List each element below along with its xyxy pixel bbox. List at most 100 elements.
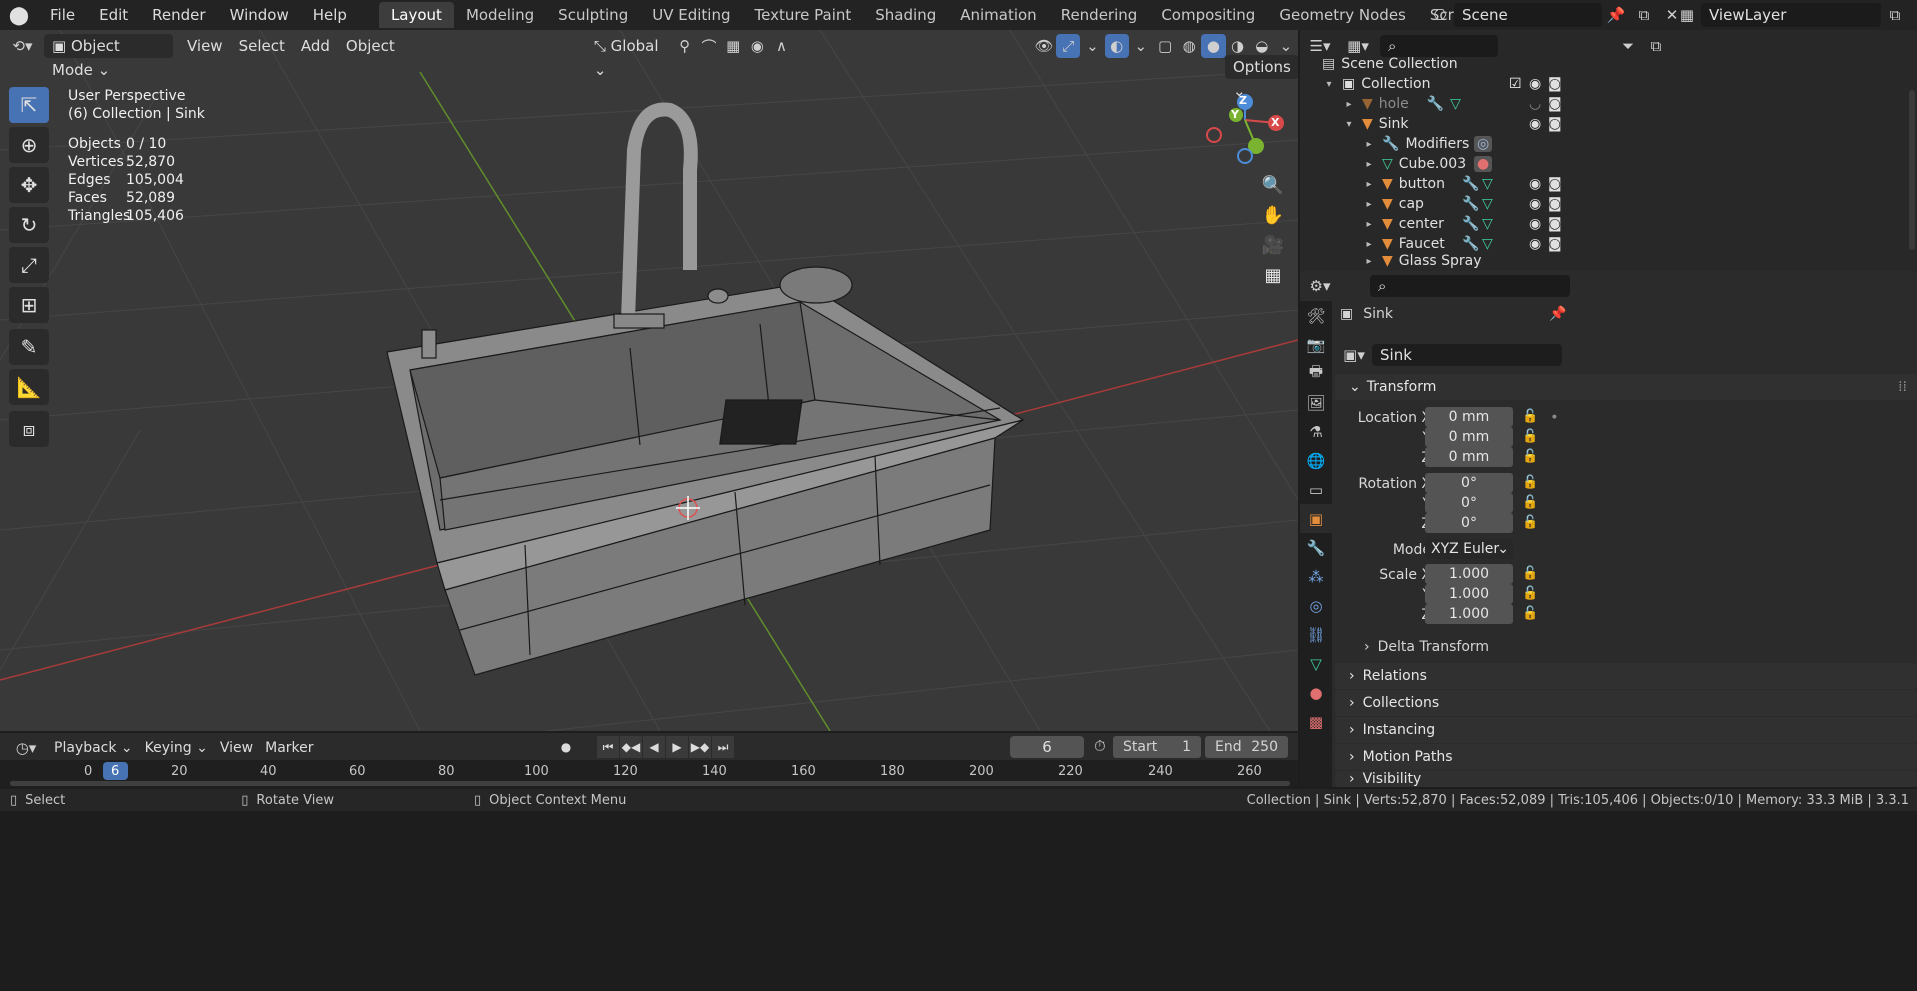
data-tab-icon[interactable]: ▽ [1300, 649, 1332, 678]
location-z-field[interactable]: 0 mm [1425, 447, 1513, 467]
viewlayer-icon[interactable]: ▦ [1673, 3, 1701, 27]
outliner-row-collection[interactable]: ▾ ▣ Collection ☑ ◉ ◙ [1322, 74, 1917, 94]
timeline-view-menu[interactable]: View [214, 737, 259, 759]
editor-type-icon[interactable]: ⟲▾ [7, 34, 38, 58]
solid-shading-icon[interactable]: ● [1201, 34, 1226, 58]
camera-render-icon[interactable]: ◙ [1548, 176, 1562, 192]
eye-icon[interactable]: ◉ [1529, 196, 1541, 212]
lock-icon[interactable]: 🔓 [1522, 475, 1538, 490]
location-x-field[interactable]: 0 mm [1425, 407, 1513, 427]
menu-select[interactable]: Select [231, 34, 293, 58]
outliner-row-modifiers[interactable]: ▸ 🔧 Modifiers ◎ [1362, 134, 1917, 154]
play-reverse-icon[interactable]: ◀ [643, 736, 665, 758]
remove-viewlayer-icon[interactable]: ✕ [1909, 3, 1917, 27]
zoom-icon[interactable]: 🔍 [1258, 170, 1288, 200]
falloff-icon[interactable]: ∧ [769, 34, 793, 58]
wireframe-shading-icon[interactable]: ◍ [1177, 34, 1201, 58]
pin-icon[interactable]: 📌 [1602, 3, 1630, 27]
tab-shading[interactable]: Shading [863, 2, 948, 28]
camera-render-icon[interactable]: ◙ [1548, 216, 1562, 232]
lock-icon[interactable]: 🔓 [1522, 515, 1538, 530]
options-dropdown[interactable]: Options ⌄ [1225, 55, 1298, 100]
outliner-row-center[interactable]: ▸ ▼ center 🔧 ▽ ◉ ◙ [1362, 214, 1917, 234]
constraints-tab-icon[interactable]: ⛓ [1300, 620, 1332, 649]
overlay-toggle-icon[interactable]: ◐ [1104, 34, 1129, 58]
expand-icon[interactable]: ▸ [1362, 139, 1376, 150]
jump-end-icon[interactable]: ⏭ [712, 736, 734, 758]
end-frame-field[interactable]: End 250 [1205, 736, 1288, 758]
modifier-tab-icon[interactable]: 🔧 [1300, 533, 1332, 562]
pan-hand-icon[interactable]: ✋ [1258, 200, 1288, 230]
delta-transform-subpanel[interactable]: › Delta Transform [1364, 639, 1489, 655]
snap-icon[interactable]: ⌒ [697, 34, 721, 58]
scale-icon[interactable]: ⤢ [9, 247, 49, 283]
tab-modeling[interactable]: Modeling [454, 2, 546, 28]
menu-help[interactable]: Help [301, 0, 359, 30]
motion-paths-panel-header[interactable]: › Motion Paths [1335, 744, 1917, 770]
object-name-input[interactable]: Sink [1372, 344, 1562, 366]
tab-compositing[interactable]: Compositing [1149, 2, 1267, 28]
expand-icon[interactable]: ▸ [1362, 199, 1376, 210]
rotation-mode-dropdown[interactable]: XYZ Euler ⌄ [1425, 539, 1513, 559]
view-layer-tab-icon[interactable]: 🖼 [1300, 388, 1332, 417]
proportional-edit-icon[interactable]: ◉ [745, 34, 769, 58]
gizmo-toggle-icon[interactable]: ⤢ [1056, 34, 1081, 58]
outliner-row-sink[interactable]: ▾ ▼ Sink ◉ ◙ [1342, 114, 1917, 134]
ortho-grid-icon[interactable]: ▦ [1258, 260, 1288, 290]
3d-viewport[interactable]: Z X Y ⟲▾ ▣ Object Mode ⌄ View Select Add… [0, 30, 1298, 731]
lock-icon[interactable]: 🔓 [1522, 449, 1538, 464]
camera-render-icon[interactable]: ◙ [1548, 196, 1562, 212]
visibility-icon[interactable]: 👁 [1032, 34, 1056, 58]
timeline[interactable]: ◷▾ Playback ⌄ Keying ⌄ View Marker ● ⏮ ◆… [0, 733, 1298, 787]
camera-render-icon[interactable]: ◙ [1548, 96, 1562, 112]
scale-x-field[interactable]: 1.000 [1425, 564, 1513, 584]
gizmo-menu-icon[interactable]: ⌄ [1080, 34, 1104, 58]
lock-icon[interactable]: 🔓 [1522, 586, 1538, 601]
expand-icon[interactable]: ▸ [1362, 179, 1376, 190]
prev-keyframe-icon[interactable]: ◆◀ [620, 736, 642, 758]
scene-field[interactable]: Scene [1454, 3, 1602, 27]
expand-icon[interactable]: ▸ [1362, 256, 1376, 267]
texture-tab-icon[interactable]: ▩ [1300, 707, 1332, 736]
object-tab-icon[interactable]: ▣ [1300, 504, 1332, 533]
properties-editor[interactable]: ⚙▾ ⌕ 🛠 📷 🖶 🖼 ⚗ 🌐 ▭ ▣ 🔧 ⁂ ◎ ⛓ ▽ ● ▩ ▣ Sin… [1300, 271, 1917, 787]
menu-window[interactable]: Window [218, 0, 301, 30]
lock-icon[interactable]: 🔓 [1522, 409, 1538, 424]
particles-tab-icon[interactable]: ⁂ [1300, 562, 1332, 591]
outliner-row-glass-spray[interactable]: ▸ ▼ Glass Spray [1362, 254, 1917, 268]
menu-file[interactable]: File [38, 0, 87, 30]
checkbox-icon[interactable]: ☑ [1509, 76, 1522, 92]
keying-menu[interactable]: Keying ⌄ [139, 737, 214, 759]
stopwatch-icon[interactable]: ⏱ [1094, 737, 1106, 755]
overlay-menu-icon[interactable]: ⌄ [1129, 34, 1153, 58]
next-keyframe-icon[interactable]: ▶◆ [689, 736, 711, 758]
instancing-panel-header[interactable]: › Instancing [1335, 717, 1917, 743]
measure-icon[interactable]: 📐 [9, 369, 49, 405]
physics-tab-icon[interactable]: ◎ [1300, 591, 1332, 620]
lock-icon[interactable]: 🔓 [1522, 429, 1538, 444]
visibility-panel-header[interactable]: › Visibility [1335, 771, 1917, 787]
scale-z-field[interactable]: 1.000 [1425, 604, 1513, 624]
camera-render-icon[interactable]: ◙ [1548, 236, 1562, 252]
orientation-dropdown[interactable]: ⤡ Global ⌄ [586, 34, 673, 79]
move-icon[interactable]: ✥ [9, 167, 49, 203]
outliner-row-cube003[interactable]: ▸ ▽ Cube.003 ● [1362, 154, 1917, 174]
tab-sculpting[interactable]: Sculpting [546, 2, 640, 28]
camera-render-icon[interactable]: ◙ [1548, 116, 1562, 132]
eye-icon[interactable]: ◉ [1529, 236, 1541, 252]
material-tab-icon[interactable]: ● [1300, 678, 1332, 707]
menu-object[interactable]: Object [338, 34, 403, 58]
snap-grid-icon[interactable]: ▦ [721, 34, 745, 58]
drag-handle-icon[interactable]: ⁞⁞ [1898, 379, 1907, 395]
camera-render-icon[interactable]: ◙ [1548, 76, 1562, 92]
collection-tab-icon[interactable]: ▭ [1300, 475, 1332, 504]
eye-icon[interactable]: ◉ [1529, 216, 1541, 232]
outliner[interactable]: ☰▾ ▦▾ ⌕ ⏷ ⧉ ▤ Scene Collection ▾ ▣ Colle… [1300, 30, 1917, 271]
new-scene-icon[interactable]: ⧉ [1630, 3, 1658, 27]
eye-closed-icon[interactable]: ◡ [1529, 96, 1541, 112]
collections-panel-header[interactable]: › Collections [1335, 690, 1917, 716]
marker-menu[interactable]: Marker [259, 737, 319, 759]
pin-icon[interactable]: 📌 [1549, 306, 1566, 322]
animate-dot-icon[interactable]: ∙ [1550, 409, 1559, 425]
outliner-scrollbar[interactable] [1909, 90, 1915, 250]
